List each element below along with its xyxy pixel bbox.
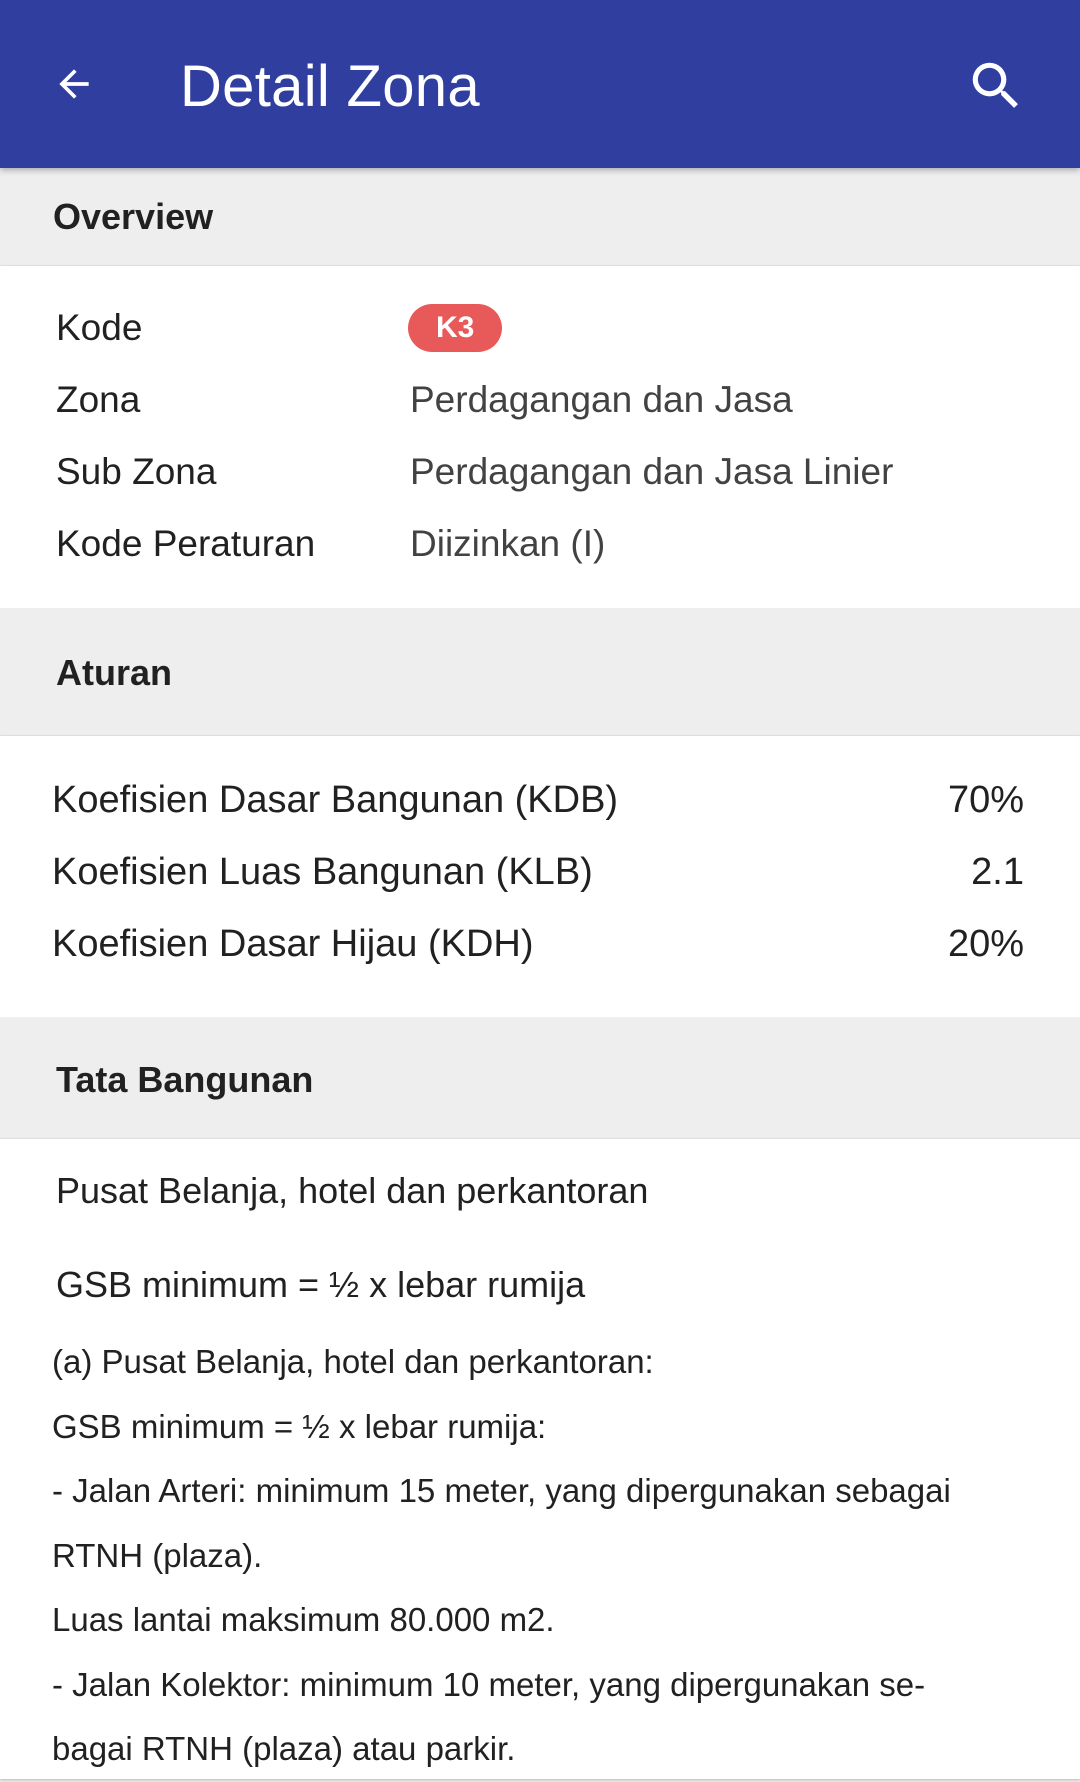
overview-row-kode: Kode K3 (0, 292, 1080, 364)
tb-line: - Jalan Kolektor: minimum 10 meter, yang… (52, 1665, 926, 1703)
overview-row-zona: Zona Perdagangan dan Jasa (0, 364, 1080, 436)
tata-bangunan-body: (a) Pusat Belanja, hotel dan perkantoran… (52, 1330, 1012, 1782)
aturan-row-klb: Koefisien Luas Bangunan (KLB) 2.1 (0, 836, 1080, 908)
kode-label: Kode (56, 307, 143, 348)
sub-zona-label: Sub Zona (56, 451, 217, 492)
tb-line: GSB minimum = ½ x lebar rumija: (52, 1407, 547, 1445)
search-icon (972, 62, 1018, 108)
aturan-row-kdb: Koefisien Dasar Bangunan (KDB) 70% (0, 764, 1080, 836)
arrow-back-icon (59, 69, 89, 99)
search-button[interactable] (958, 48, 1034, 124)
kode-peraturan-value: Diizinkan (I) (410, 523, 606, 564)
kdb-label: Koefisien Dasar Bangunan (KDB) (52, 779, 619, 821)
tb-line: bagai RTNH (plaza) atau parkir. (52, 1730, 516, 1767)
sub-zona-value: Perdagangan dan Jasa Linier (410, 451, 894, 492)
overview-row-kode-peraturan: Kode Peraturan Diizinkan (I) (0, 508, 1080, 580)
tata-bangunan-subtitle: Pusat Belanja, hotel dan perkantoran (56, 1170, 649, 1211)
aturan-row-kdh: Koefisien Dasar Hijau (KDH) 20% (0, 908, 1080, 980)
tb-line: Luas lantai maksimum 80.000 m2. (52, 1601, 555, 1638)
page-title: Detail Zona (180, 54, 480, 119)
app-bar: Detail Zona (0, 0, 1080, 168)
kdh-label: Koefisien Dasar Hijau (KDH) (52, 923, 534, 965)
klb-label: Koefisien Luas Bangunan (KLB) (52, 851, 593, 893)
gsb-heading: GSB minimum = ½ x lebar rumija (56, 1264, 586, 1305)
overview-row-sub-zona: Sub Zona Perdagangan dan Jasa Linier (0, 436, 1080, 508)
zona-value: Perdagangan dan Jasa (410, 379, 793, 420)
overview-section-header: Overview (0, 168, 1080, 266)
kdb-value: 70% (947, 779, 1024, 821)
overview-title: Overview (53, 196, 214, 237)
kode-peraturan-label: Kode Peraturan (56, 523, 316, 564)
kode-badge: K3 (408, 304, 503, 352)
zona-label: Zona (56, 379, 141, 420)
tb-line: (a) Pusat Belanja, hotel dan perkantoran… (52, 1343, 654, 1380)
aturan-title: Aturan (56, 652, 172, 693)
klb-value: 2.1 (971, 851, 1024, 893)
kdh-value: 20% (947, 923, 1024, 965)
tata-bangunan-section-header: Tata Bangunan (0, 1017, 1080, 1139)
back-button[interactable] (40, 50, 108, 118)
tata-bangunan-title: Tata Bangunan (56, 1059, 314, 1100)
tb-line: RTNH (plaza). (52, 1536, 263, 1574)
aturan-section-header: Aturan (0, 608, 1080, 736)
tb-line: - Jalan Arteri: minimum 15 meter, yang d… (52, 1472, 951, 1509)
